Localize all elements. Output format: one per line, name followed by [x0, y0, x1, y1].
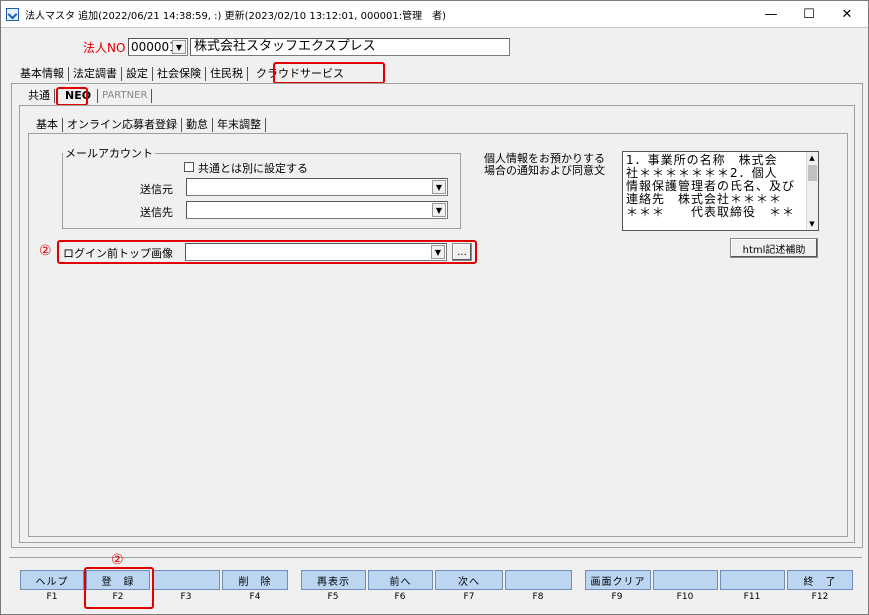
recipient-select[interactable]: ▼: [186, 201, 448, 219]
chevron-down-icon[interactable]: ▼: [432, 203, 446, 217]
privacy-line: ＊＊＊ 代表取締役 ＊＊: [626, 205, 796, 219]
scroll-thumb[interactable]: [808, 165, 817, 181]
title-bar: 法人マスタ 追加(2022/06/21 14:38:59, :) 更新(2023…: [1, 1, 868, 27]
chevron-down-icon[interactable]: ▼: [431, 245, 445, 259]
next-button[interactable]: 次へ: [435, 570, 503, 590]
close-button[interactable]: ✕: [825, 1, 869, 27]
tab-basic[interactable]: 基本: [33, 118, 61, 132]
highlight-cloud-tab: [273, 62, 385, 84]
html-assist-button[interactable]: html記述補助: [730, 238, 818, 258]
tab-social-insurance[interactable]: 社会保険: [154, 67, 204, 81]
inner-tab-bar: 基本 オンライン応募者登録 勤怠 年末調整: [33, 118, 267, 132]
sub-tab-bar: 共通 NEO PARTNER: [25, 89, 153, 103]
step-marker: ②: [111, 552, 124, 568]
tab-partner[interactable]: PARTNER: [99, 89, 150, 103]
fkey-label: F7: [463, 592, 475, 602]
tab-resident-tax[interactable]: 住民税: [207, 67, 246, 81]
f11-button[interactable]: [720, 570, 785, 590]
company-name-field[interactable]: 株式会社スタッフエクスプレス: [190, 38, 510, 56]
corp-no-select[interactable]: 000001 ▼: [128, 38, 188, 56]
highlight-register-button: [84, 567, 154, 609]
login-image-label: ログイン前トップ画像: [63, 247, 173, 260]
scroll-down-icon[interactable]: ▼: [807, 218, 818, 230]
tab-year-end[interactable]: 年末調整: [214, 118, 264, 132]
fkey-label: F6: [394, 592, 406, 602]
privacy-label-line2: 場合の通知および同意文: [484, 164, 605, 177]
scroll-up-icon[interactable]: ▲: [807, 152, 818, 164]
mail-account-title: メールアカウント: [63, 145, 155, 161]
divider: [1, 27, 868, 28]
corp-no-value: 000001: [131, 40, 177, 54]
f3-button[interactable]: [152, 570, 220, 590]
highlight-neo-tab: [56, 87, 88, 106]
corp-no-label: 法人NO: [83, 41, 126, 55]
tab-attendance[interactable]: 勤怠: [183, 118, 211, 132]
fkey-label: F9: [611, 592, 623, 602]
exit-button[interactable]: 終 了: [787, 570, 853, 590]
fkey-label: F1: [46, 592, 58, 602]
fkey-label: F12: [811, 592, 829, 602]
browse-button[interactable]: ...: [452, 243, 472, 261]
tab-online-applicant[interactable]: オンライン応募者登録: [64, 118, 180, 132]
fkey-label: F4: [249, 592, 261, 602]
help-button[interactable]: ヘルプ: [20, 570, 84, 590]
privacy-textarea[interactable]: 1．事業所の名称 株式会 社＊＊＊＊＊＊＊2．個人 情報保護管理者の氏名、及び …: [622, 151, 819, 231]
separate-setting-label: 共通とは別に設定する: [198, 162, 308, 175]
f8-button[interactable]: [505, 570, 572, 590]
textarea-scrollbar[interactable]: ▲ ▼: [806, 152, 818, 230]
login-image-select[interactable]: ▼: [185, 243, 447, 261]
prev-button[interactable]: 前へ: [368, 570, 433, 590]
fkey-label: F11: [743, 592, 761, 602]
fkey-label: F3: [180, 592, 192, 602]
chevron-down-icon[interactable]: ▼: [172, 40, 186, 54]
tab-common[interactable]: 共通: [25, 89, 53, 103]
sender-select[interactable]: ▼: [186, 178, 448, 196]
delete-button[interactable]: 削 除: [222, 570, 288, 590]
fkey-label: F10: [676, 592, 694, 602]
separate-setting-checkbox[interactable]: [184, 162, 194, 172]
window-title: 法人マスタ 追加(2022/06/21 14:38:59, :) 更新(2023…: [25, 10, 447, 22]
clear-screen-button[interactable]: 画面クリア: [585, 570, 651, 590]
tab-basic-info[interactable]: 基本情報: [17, 67, 67, 81]
recipient-label: 送信先: [140, 206, 173, 219]
f10-button[interactable]: [653, 570, 718, 590]
tab-legal-reports[interactable]: 法定調書: [70, 67, 120, 81]
fkey-label: F5: [327, 592, 339, 602]
step-marker: ②: [39, 243, 52, 259]
main-window: 法人マスタ 追加(2022/06/21 14:38:59, :) 更新(2023…: [0, 0, 869, 615]
tab-settings[interactable]: 設定: [123, 67, 151, 81]
chevron-down-icon[interactable]: ▼: [432, 180, 446, 194]
refresh-button[interactable]: 再表示: [301, 570, 366, 590]
sender-label: 送信元: [140, 183, 173, 196]
fkey-label: F8: [532, 592, 544, 602]
footer-divider: [9, 557, 862, 558]
app-icon: [6, 7, 19, 21]
